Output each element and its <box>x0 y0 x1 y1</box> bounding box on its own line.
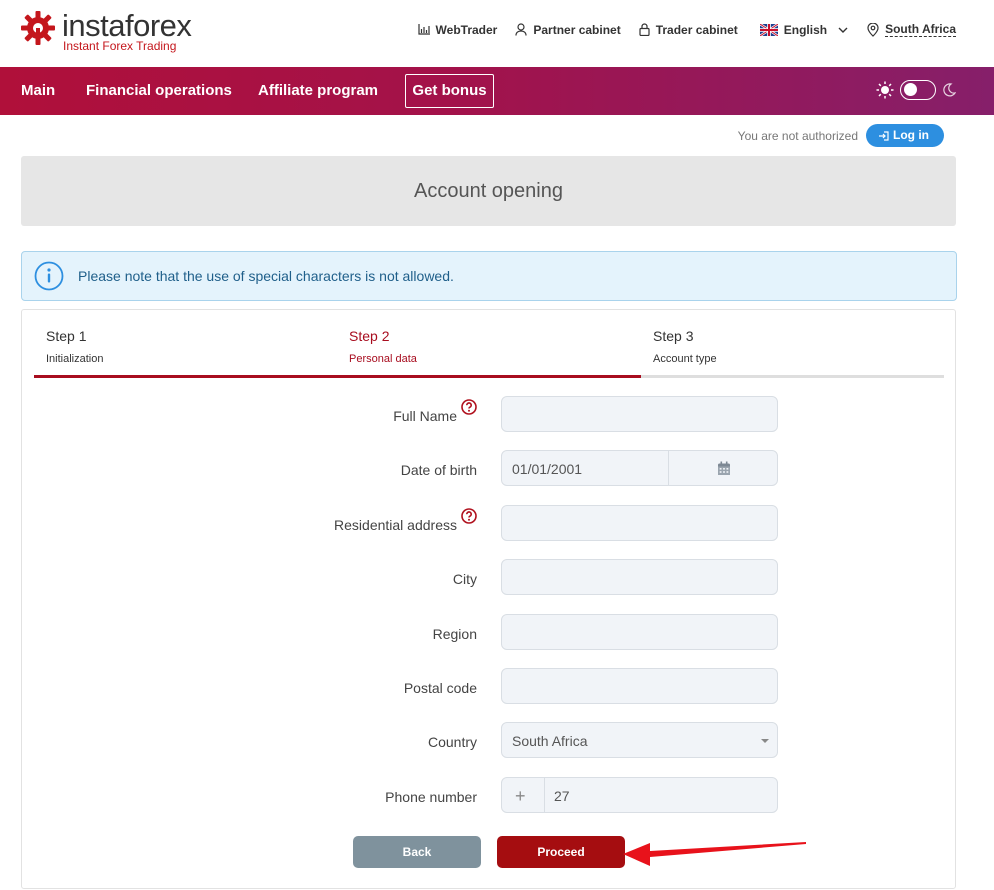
auth-status: You are not authorized Log in <box>738 124 944 147</box>
nav-affiliate-program[interactable]: Affiliate program <box>258 67 378 115</box>
language-label: English <box>783 22 828 37</box>
region-input[interactable] <box>501 614 778 650</box>
step-label: Account type <box>653 353 717 365</box>
country-value: South Africa <box>512 733 588 749</box>
help-icon[interactable] <box>461 508 477 524</box>
brand-tagline: Instant Forex Trading <box>63 39 177 53</box>
chart-icon <box>417 24 430 35</box>
step-label: Personal data <box>349 353 417 365</box>
top-bar: instaforex Instant Forex Trading WebTrad… <box>0 0 994 67</box>
login-button[interactable]: Log in <box>866 124 944 147</box>
region-label: South Africa <box>885 22 956 37</box>
notice-text: Please note that the use of special char… <box>78 268 454 284</box>
step-number: Step 2 <box>349 328 390 344</box>
calendar-icon[interactable] <box>717 461 731 476</box>
annotation-arrow <box>623 842 806 866</box>
gear-logo-icon <box>21 11 55 45</box>
help-icon[interactable] <box>461 399 477 415</box>
registration-form: Step 1 Initialization Step 2 Personal da… <box>21 309 956 889</box>
step-3[interactable]: Step 3 Account type <box>653 328 717 365</box>
sun-icon <box>876 81 894 99</box>
location-pin-icon <box>867 22 879 37</box>
partner-cabinet-link[interactable]: Partner cabinet <box>515 22 621 37</box>
region-field-label: Region <box>432 626 477 642</box>
city-label: City <box>452 571 477 587</box>
address-label: Residential address <box>334 517 457 533</box>
city-input[interactable] <box>501 559 778 595</box>
postal-code-label: Postal code <box>403 680 477 696</box>
dob-label: Date of birth <box>400 462 477 478</box>
country-select[interactable]: South Africa <box>501 722 778 758</box>
language-selector[interactable]: English <box>759 22 849 37</box>
theme-toggle[interactable] <box>900 80 936 100</box>
dropdown-caret-icon <box>761 739 769 743</box>
step-2[interactable]: Step 2 Personal data <box>349 328 417 365</box>
auth-status-text: You are not authorized <box>737 128 858 143</box>
get-bonus-button[interactable]: Get bonus <box>405 74 494 108</box>
moon-icon <box>943 83 956 97</box>
phone-separator <box>544 778 545 812</box>
date-separator <box>668 451 669 485</box>
nav-main[interactable]: Main <box>21 67 55 115</box>
dob-input[interactable]: 01/01/2001 <box>501 450 778 486</box>
page-title: Account opening <box>21 156 956 226</box>
brand-logo[interactable]: instaforex Instant Forex Trading <box>20 8 195 55</box>
chevron-down-icon <box>838 27 848 33</box>
step-number: Step 3 <box>653 328 694 344</box>
webtrader-link[interactable]: WebTrader <box>417 22 498 37</box>
full-name-input[interactable] <box>501 396 778 432</box>
notice-banner: Please note that the use of special char… <box>21 251 957 301</box>
region-selector[interactable]: South Africa <box>867 22 956 37</box>
phone-input[interactable]: + 27 <box>501 777 778 813</box>
trader-cabinet-link[interactable]: Trader cabinet <box>639 23 738 37</box>
info-icon <box>34 261 64 291</box>
step-number: Step 1 <box>46 328 87 344</box>
dob-value: 01/01/2001 <box>512 461 583 477</box>
partner-cabinet-label: Partner cabinet <box>533 22 621 37</box>
step-label: Initialization <box>46 353 104 365</box>
login-icon <box>879 130 889 141</box>
progress-fill <box>34 375 641 378</box>
top-links: WebTrader Partner cabinet Trader cabinet… <box>400 22 956 37</box>
postal-code-input[interactable] <box>501 668 778 704</box>
step-1[interactable]: Step 1 Initialization <box>46 328 103 365</box>
theme-switcher <box>876 80 956 100</box>
main-nav: Main Financial operations Affiliate prog… <box>0 67 994 115</box>
full-name-label: Full Name <box>393 408 457 424</box>
nav-financial-operations[interactable]: Financial operations <box>86 67 232 115</box>
proceed-button[interactable]: Proceed <box>497 836 625 868</box>
phone-label: Phone number <box>385 789 477 805</box>
phone-prefix: + <box>515 786 526 806</box>
lock-icon <box>639 23 650 36</box>
trader-cabinet-label: Trader cabinet <box>655 22 738 37</box>
address-input[interactable] <box>501 505 778 541</box>
uk-flag-icon <box>759 23 778 36</box>
country-label: Country <box>427 734 477 750</box>
login-label: Log in <box>893 128 929 142</box>
user-icon <box>515 23 527 36</box>
phone-value: 27 <box>554 788 570 804</box>
webtrader-label: WebTrader <box>435 22 498 37</box>
back-button[interactable]: Back <box>353 836 481 868</box>
